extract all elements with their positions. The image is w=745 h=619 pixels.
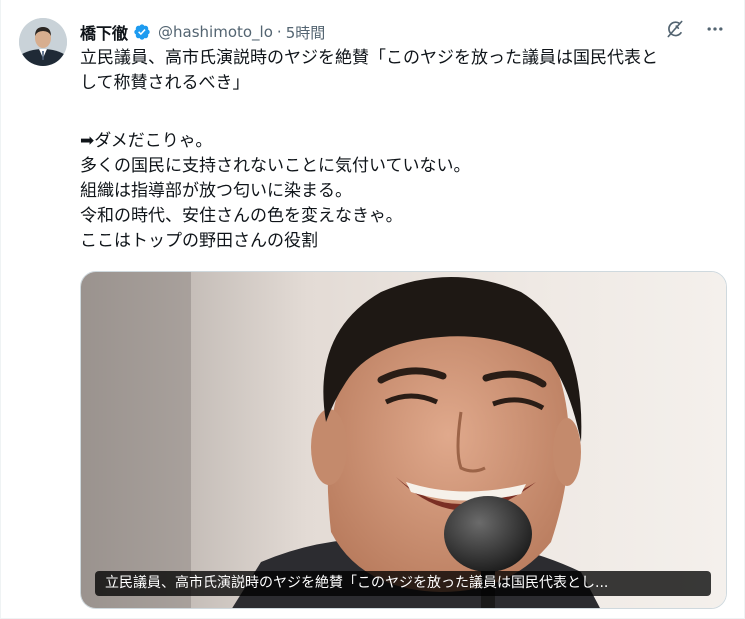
tweet-text-line: 令和の時代、安住さんの色を変えなきゃ。 (80, 206, 403, 226)
tweet-text-line: 立民議員、高市氏演説時のヤジを絶賛「このヤジを放った議員は国民代表と (80, 48, 658, 68)
tweet-actions-top (664, 18, 726, 40)
link-card-image[interactable] (80, 271, 727, 609)
tweet-card[interactable]: 橋下徹 @hashimoto_lo · 5時間 立民議員、高市氏演説時のヤジを絶… (0, 0, 745, 619)
grok-icon[interactable] (664, 18, 686, 40)
tweet-header: 橋下徹 @hashimoto_lo · 5時間 (80, 20, 325, 44)
post-time[interactable]: 5時間 (286, 22, 326, 43)
tweet-text-line: 組織は指導部が放つ匂いに染まる。 (80, 181, 352, 201)
photo-smiling-man (81, 272, 726, 608)
link-card-title[interactable]: 立民議員、高市氏演説時のヤジを絶賛「このヤジを放った議員は国民代表とし... (95, 571, 711, 596)
tweet-text-line: して称賛されるべき」 (80, 73, 250, 93)
tweet-text-line: ここはトップの野田さんの役割 (80, 231, 318, 251)
verified-badge-icon (133, 23, 151, 41)
author-name[interactable]: 橋下徹 (80, 20, 128, 44)
separator-dot: · (276, 23, 282, 41)
more-icon[interactable] (704, 18, 726, 40)
tweet-text: 立民議員、高市氏演説時のヤジを絶賛「このヤジを放った議員は国民代表と して称賛さ… (80, 46, 730, 254)
tweet-text-line: ➡ダメだこりゃ。 (80, 131, 213, 151)
avatar[interactable] (19, 18, 67, 66)
tweet-text-line: 多くの国民に支持されないことに気付いていない。 (80, 156, 471, 176)
author-handle[interactable]: @hashimoto_lo (158, 23, 273, 41)
avatar-image (19, 18, 67, 66)
tweet-text-blank (80, 96, 730, 129)
